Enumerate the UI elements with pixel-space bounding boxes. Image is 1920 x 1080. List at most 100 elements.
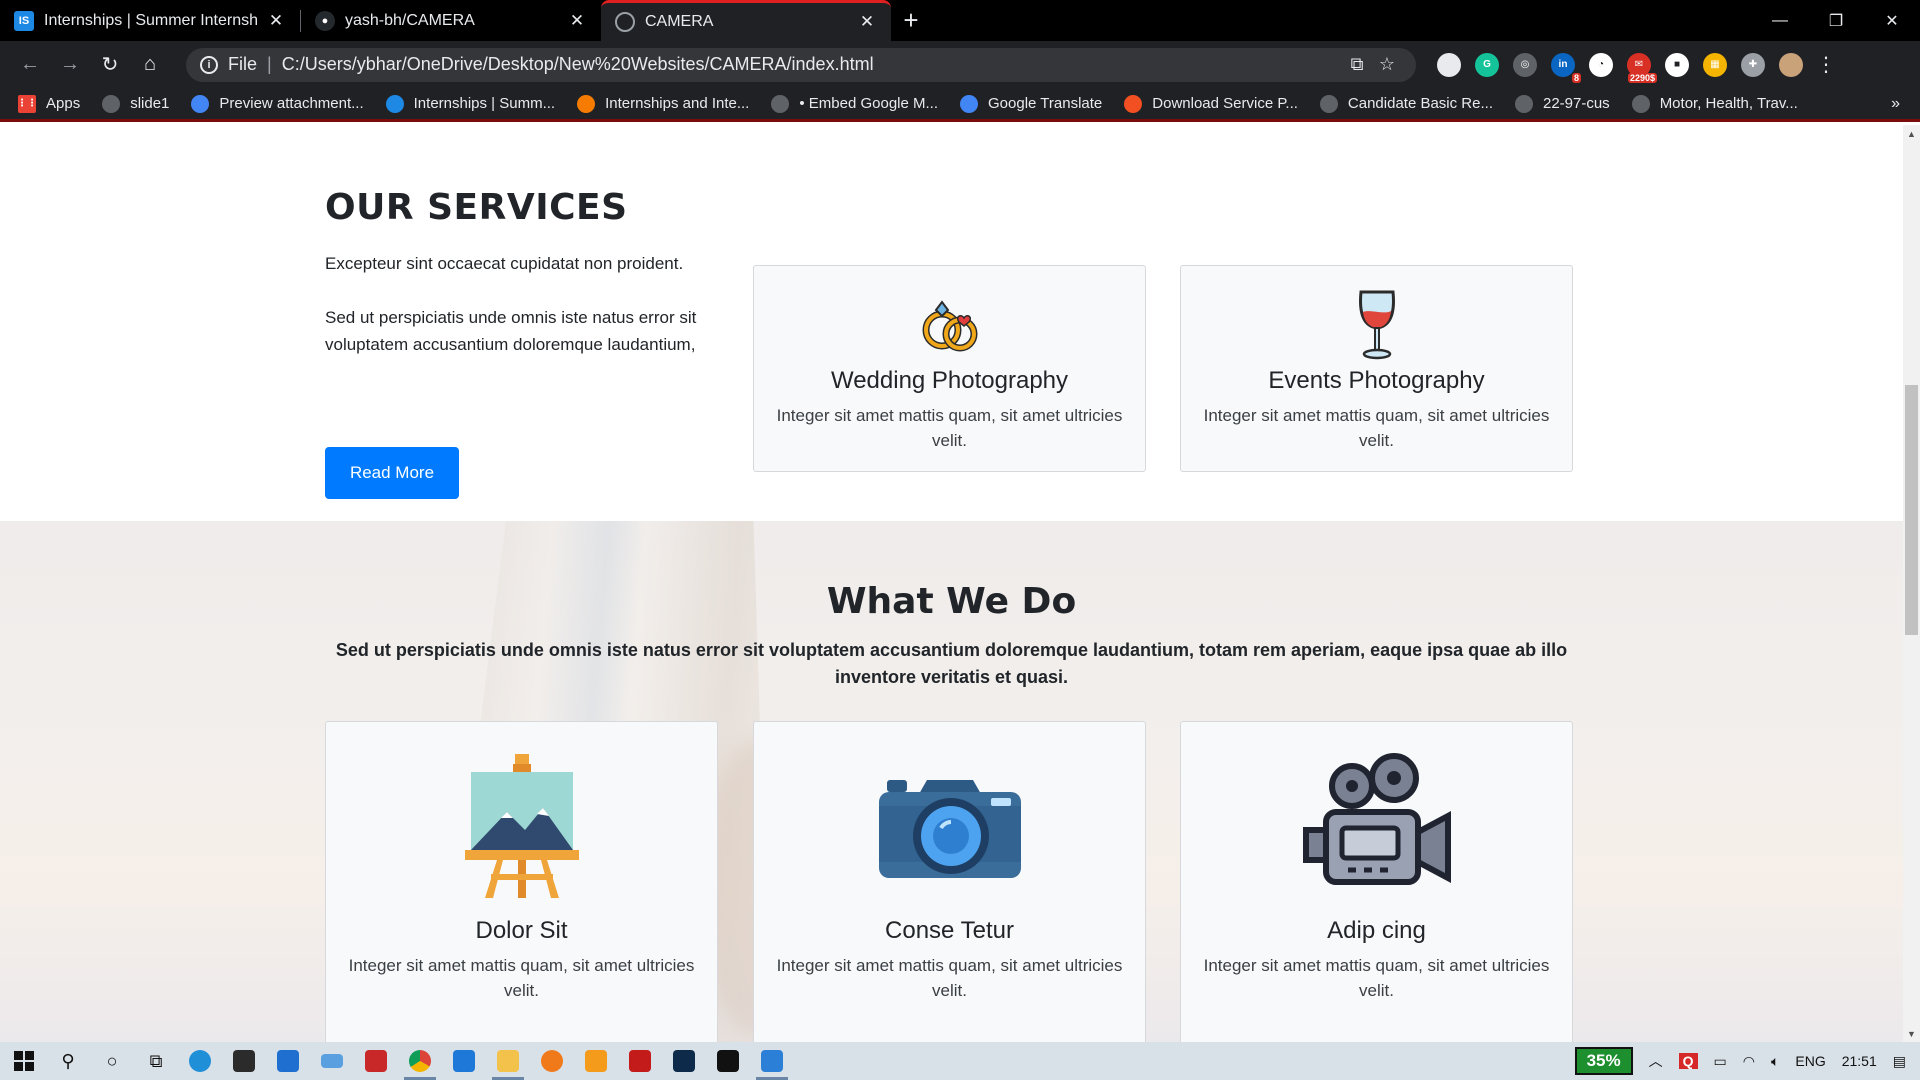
bookmark-item[interactable]: Google Translate: [960, 94, 1102, 113]
new-tab-button[interactable]: +: [891, 0, 931, 41]
cortana-icon[interactable]: ○: [90, 1042, 134, 1080]
globe-icon: [1631, 94, 1650, 113]
home-icon[interactable]: ⌂: [130, 47, 170, 83]
minimize-icon[interactable]: —: [1752, 0, 1808, 41]
scroll-down-arrow-icon[interactable]: ▼: [1903, 1025, 1920, 1042]
close-tab-icon[interactable]: ✕: [266, 11, 286, 31]
address-bar[interactable]: i File | C:/Users/ybhar/OneDrive/Desktop…: [186, 47, 1416, 82]
bookmark-item[interactable]: Motor, Health, Trav...: [1631, 94, 1798, 113]
scheme-label: File: [228, 54, 258, 74]
wifi-icon[interactable]: ◠: [1743, 1053, 1755, 1070]
bookmarks-bar: ⋮⋮ Apps slide1 Preview attachment... Interns…: [0, 88, 1920, 122]
linkedin-icon[interactable]: in 8: [1551, 52, 1581, 83]
services-heading: OUR SERVICES: [325, 187, 628, 228]
close-window-icon[interactable]: ✕: [1864, 0, 1920, 41]
feature-card-adip-cing[interactable]: Adip cing Integer sit amet mattis quam, …: [1180, 721, 1573, 1042]
netflix-icon[interactable]: [706, 1042, 750, 1080]
camera-ext-icon[interactable]: ■: [1665, 52, 1689, 77]
globe-icon: [102, 94, 121, 113]
notifications-icon[interactable]: ▤: [1893, 1053, 1906, 1070]
windows-start-icon[interactable]: [2, 1042, 46, 1080]
mask-ext-icon[interactable]: ◎: [1513, 52, 1537, 77]
profile-avatar-icon[interactable]: [1779, 52, 1803, 77]
reload-icon[interactable]: ↻: [90, 47, 130, 83]
back-arrow-icon[interactable]: ←: [10, 47, 50, 83]
page-scrollbar[interactable]: ▲ ▼: [1903, 125, 1920, 1042]
sublime-icon[interactable]: [574, 1042, 618, 1080]
bookmark-label: slide1: [130, 95, 170, 112]
url-text[interactable]: C:/Users/ybhar/OneDrive/Desktop/New%20We…: [282, 54, 1342, 75]
bookmark-label: 22-97-cus: [1542, 95, 1610, 112]
translate-icon: [960, 94, 979, 113]
bookmark-star-icon[interactable]: ☆: [1372, 54, 1402, 75]
info-icon[interactable]: i: [200, 55, 218, 74]
translate-icon[interactable]: ⧉: [1342, 54, 1372, 75]
photoshop-icon[interactable]: [662, 1042, 706, 1080]
onedrive-icon[interactable]: [310, 1042, 354, 1080]
bookmark-item[interactable]: Download Service P...: [1124, 94, 1298, 113]
circle-ext-icon[interactable]: [1437, 52, 1461, 77]
mail-icon[interactable]: [266, 1042, 310, 1080]
file-explorer-icon[interactable]: [486, 1042, 530, 1080]
volume-icon[interactable]: 🔈︎: [1771, 1053, 1779, 1070]
bookmark-item[interactable]: slide1: [102, 94, 170, 113]
tab-github[interactable]: ● yash-bh/CAMERA ✕: [301, 0, 601, 41]
bookmark-item[interactable]: Internships | Summ...: [385, 94, 555, 113]
scrollbar-thumb[interactable]: [1905, 385, 1918, 635]
mail-ext-icon[interactable]: ✉ 2290$: [1627, 52, 1657, 83]
close-tab-icon[interactable]: ✕: [567, 11, 587, 31]
bookmark-item[interactable]: Preview attachment...: [191, 94, 364, 113]
camera-icon: [878, 780, 1021, 878]
bookmark-item[interactable]: 22-97-cus: [1514, 94, 1610, 113]
stopwatch-ext-icon[interactable]: ◔: [1589, 52, 1613, 77]
flame-icon: [577, 94, 596, 113]
scroll-up-arrow-icon[interactable]: ▲: [1903, 125, 1920, 142]
firefox-icon[interactable]: [530, 1042, 574, 1080]
feature-card-dolor-sit[interactable]: Dolor Sit Integer sit amet mattis quam, …: [325, 721, 718, 1042]
search-icon[interactable]: ⚲: [46, 1042, 90, 1080]
tab-title: yash-bh/CAMERA: [345, 11, 475, 29]
puzzle-icon[interactable]: ✚: [1741, 52, 1765, 77]
chevron-up-icon[interactable]: ︿: [1649, 1051, 1663, 1071]
restore-icon[interactable]: ❐: [1808, 0, 1864, 41]
feature-card-conse-tetur[interactable]: Conse Tetur Integer sit amet mattis quam…: [753, 721, 1146, 1042]
read-more-button[interactable]: Read More: [325, 447, 459, 499]
more-bookmarks-icon[interactable]: »: [1891, 95, 1900, 113]
apps-grid-icon: ⋮⋮: [17, 94, 37, 113]
bookmark-item[interactable]: ⋮⋮ Apps: [17, 94, 80, 113]
photos-icon[interactable]: [750, 1042, 794, 1080]
forward-arrow-icon[interactable]: →: [50, 47, 90, 83]
google-icon: [191, 94, 210, 113]
close-tab-icon[interactable]: ✕: [857, 12, 877, 32]
windows-taskbar: ⚲ ○ ⧉ 35% ︿ Q ▭ ◠ 🔈︎ ENG 21:51 ▤: [0, 1042, 1920, 1080]
bookmark-item[interactable]: • Embed Google M...: [771, 94, 939, 113]
battery-meter[interactable]: 35%: [1574, 1047, 1633, 1075]
card-title: Adip cing: [1327, 917, 1426, 944]
grammarly-icon[interactable]: G: [1475, 52, 1499, 77]
battery-icon[interactable]: ▭: [1714, 1053, 1727, 1070]
globe-icon: [771, 94, 790, 113]
bookmark-item[interactable]: Candidate Basic Re...: [1319, 94, 1493, 113]
bookmark-item[interactable]: Internships and Inte...: [577, 94, 749, 113]
tab-title: Internships | Summer Internship: [44, 11, 258, 29]
downloader-icon[interactable]: [354, 1042, 398, 1080]
store-icon[interactable]: [222, 1042, 266, 1080]
tab-camera[interactable]: CAMERA ✕: [601, 0, 891, 41]
tab-internships[interactable]: IS Internships | Summer Internship ✕: [0, 0, 300, 41]
chrome-icon[interactable]: [398, 1042, 442, 1080]
service-card-wedding[interactable]: Wedding Photography Integer sit amet mat…: [753, 265, 1146, 472]
vscode-icon[interactable]: [442, 1042, 486, 1080]
bookmark-label: • Embed Google M...: [799, 95, 939, 112]
task-view-icon[interactable]: ⧉: [134, 1042, 178, 1080]
card-text: Integer sit amet mattis quam, sit amet u…: [776, 956, 1123, 1000]
language-indicator[interactable]: ENG: [1795, 1053, 1825, 1069]
services-body-text: Sed ut perspiciatis unde omnis iste natu…: [325, 308, 697, 354]
edge-icon[interactable]: [178, 1042, 222, 1080]
filezilla-icon[interactable]: [618, 1042, 662, 1080]
service-card-events[interactable]: Events Photography Integer sit amet matt…: [1180, 265, 1573, 472]
quick-heal-icon[interactable]: Q: [1678, 1053, 1698, 1069]
color-ext-icon[interactable]: ▦: [1703, 52, 1727, 77]
clock[interactable]: 21:51: [1842, 1053, 1877, 1069]
movie-camera-icon: [1302, 753, 1451, 885]
chrome-menu-icon[interactable]: ⋮: [1816, 52, 1836, 77]
